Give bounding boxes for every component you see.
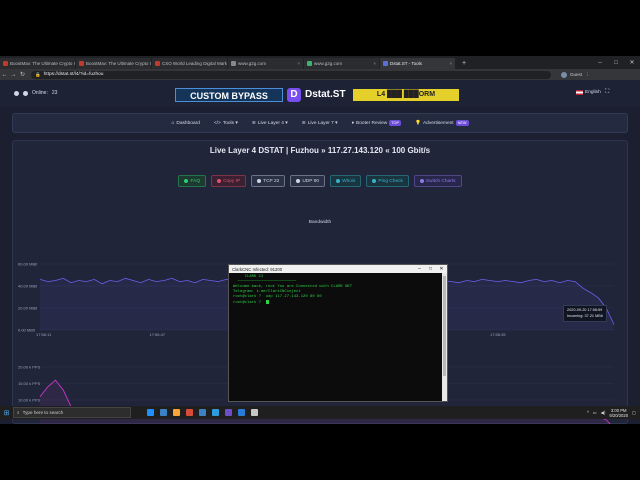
tab-close-icon[interactable]: ×	[371, 61, 376, 66]
clock-date: 9/20/2020	[609, 412, 629, 418]
taskbar-app-icon[interactable]	[238, 409, 245, 416]
terminal-minimize-icon[interactable]: –	[414, 266, 425, 272]
taskbar-app-icon[interactable]	[251, 409, 258, 416]
close-icon[interactable]: ✕	[624, 59, 640, 66]
taskbar-app-icon[interactable]	[199, 409, 206, 416]
window-controls: – □ ✕	[592, 56, 640, 69]
tab-favicon-icon	[155, 61, 160, 66]
y-tick-label: 10.00 k PPS	[18, 398, 41, 403]
x-tick-label: 17:56:11	[36, 332, 52, 337]
terminal-scrollbar[interactable]	[442, 273, 447, 401]
new-tab-button[interactable]: +	[456, 58, 472, 69]
tab-close-icon[interactable]: ×	[447, 61, 452, 66]
avatar	[561, 71, 567, 78]
taskbar-search-input[interactable]: ⌕ Type here to search	[13, 407, 131, 418]
tray-chevron-icon[interactable]: ^	[587, 410, 589, 415]
y-tick-label: 15.00 k PPS	[18, 381, 41, 386]
tab-title: www.g2g.com	[314, 61, 343, 66]
terminal-output[interactable]: CLARK C2 ───────────────────────── Welcom…	[229, 273, 443, 401]
search-icon: ⌕	[17, 410, 20, 415]
tab-strip: BoostMav: The Ultimate Crypto C×BoostMav…	[0, 56, 456, 69]
search-placeholder: Type here to search	[22, 410, 64, 415]
y-tick-label: 60.00 MBit	[18, 262, 38, 267]
url-text: https://dstat.st/l4/?id=fuzhou	[43, 72, 104, 77]
terminal-cursor	[265, 300, 269, 304]
terminal-titlebar[interactable]: ClarkCNC Infected: 91200 – □ ✕	[229, 265, 447, 273]
lock-icon: 🔒	[35, 71, 41, 77]
terminal-title: ClarkCNC Infected: 91200	[232, 266, 283, 272]
back-icon[interactable]: ←	[0, 72, 9, 78]
browser-tab[interactable]: BoostMav: The Ultimate Crypto C×	[76, 58, 151, 69]
y-tick-label: 40.00 MBit	[18, 284, 38, 289]
tab-favicon-icon	[3, 61, 8, 66]
forward-icon[interactable]: →	[9, 72, 18, 78]
browser-tab[interactable]: www.g2g.com ×	[304, 58, 379, 69]
terminal-maximize-icon[interactable]: □	[425, 266, 436, 272]
taskbar-app-icon[interactable]	[186, 409, 193, 416]
tooltip-label: Incoming	[567, 313, 583, 318]
y-tick-label: 20.00 MBit	[18, 306, 38, 311]
reload-icon[interactable]: ↻	[18, 71, 27, 78]
tab-favicon-icon	[231, 61, 236, 66]
network-icon[interactable]: ▭	[593, 410, 597, 415]
browser-tab-bar: BoostMav: The Ultimate Crypto C×BoostMav…	[0, 56, 640, 69]
tooltip-value: 37.21 MBit	[584, 313, 603, 318]
taskbar-app-icon[interactable]	[173, 409, 180, 416]
tab-title: Dstat.ST - Tools	[390, 61, 422, 66]
browser-tab[interactable]: BoostMav: The Ultimate Crypto C×	[0, 58, 75, 69]
url-input[interactable]: 🔒 https://dstat.st/l4/?id=fuzhou	[31, 70, 551, 79]
x-tick-label: 17:58:35	[490, 332, 506, 337]
tab-favicon-icon	[383, 61, 388, 66]
browser-tab[interactable]: CSO World Leading Digital Marke×	[152, 58, 227, 69]
y-tick-label: 20.00 k PPS	[18, 365, 41, 370]
terminal-line: root@clark ?	[233, 300, 439, 306]
terminal-close-icon[interactable]: ✕	[436, 266, 447, 272]
tab-title: www.g2g.com	[238, 61, 267, 66]
y-tick-label: 0.00 MBit	[18, 328, 36, 333]
tab-title: CSO World Leading Digital Marke	[162, 61, 227, 66]
address-bar: ← → ↻ 🔒 https://dstat.st/l4/?id=fuzhou G…	[0, 69, 640, 80]
tab-favicon-icon	[79, 61, 84, 66]
chart-tooltip: 2020-09-20 17:58:59 Incoming: 37.21 MBit	[563, 305, 607, 322]
taskbar: ⊞ ⌕ Type here to search ^ ▭ ◀) 3:00 PM 9…	[0, 406, 640, 419]
menu-dots-icon[interactable]: ⋮	[585, 72, 590, 78]
terminal-window[interactable]: ClarkCNC Infected: 91200 – □ ✕ CLARK C2 …	[228, 264, 448, 402]
browser-tab[interactable]: Dstat.ST - Tools ×	[380, 58, 455, 69]
taskbar-app-icon[interactable]	[160, 409, 167, 416]
screen: BoostMav: The Ultimate Crypto C×BoostMav…	[0, 56, 640, 424]
volume-icon[interactable]: ◀)	[601, 410, 606, 415]
clock[interactable]: 3:00 PM 9/20/2020	[609, 408, 628, 418]
system-tray: ^ ▭ ◀) 3:00 PM 9/20/2020 ▢	[587, 408, 640, 418]
x-tick-label: 17:56:47	[150, 332, 166, 337]
maximize-icon[interactable]: □	[608, 60, 624, 66]
browser-tab[interactable]: www.g2g.com ×	[228, 58, 303, 69]
tab-favicon-icon	[307, 61, 312, 66]
clock-time: 3:00 PM	[610, 407, 627, 413]
notification-icon[interactable]: ▢	[632, 410, 636, 415]
tab-title: BoostMav: The Ultimate Crypto C	[86, 61, 151, 66]
taskbar-app-icon[interactable]	[212, 409, 219, 416]
minimize-icon[interactable]: –	[592, 60, 608, 66]
taskbar-app-icon[interactable]	[147, 409, 154, 416]
windows-start-icon[interactable]: ⊞	[0, 409, 13, 417]
taskbar-apps	[147, 409, 258, 416]
tab-close-icon[interactable]: ×	[295, 61, 300, 66]
tab-title: BoostMav: The Ultimate Crypto C	[10, 61, 75, 66]
profile-button[interactable]: Guest ⋮	[561, 71, 590, 78]
taskbar-app-icon[interactable]	[225, 409, 232, 416]
profile-label: Guest	[570, 72, 583, 77]
scroll-thumb[interactable]	[443, 276, 446, 376]
